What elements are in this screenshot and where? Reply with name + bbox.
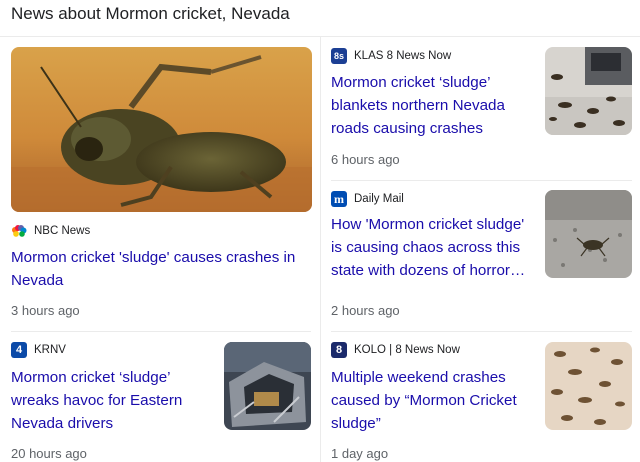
source-name: KRNV xyxy=(34,344,66,356)
crickets-on-road-image[interactable] xyxy=(545,47,632,135)
news-card-kolo[interactable]: 8 KOLO | 8 News Now Multiple weekend cra… xyxy=(321,332,640,462)
cricket-on-gravel-image[interactable] xyxy=(545,190,632,278)
news-card-klas[interactable]: 8s KLAS 8 News Now Mormon cricket ‘sludg… xyxy=(321,37,640,180)
article-source: 4 KRNV xyxy=(11,342,66,358)
cricket-closeup-image[interactable] xyxy=(11,47,312,212)
article-source: m Daily Mail xyxy=(331,191,404,207)
crashed-car-image[interactable] xyxy=(224,342,311,430)
nbc-peacock-icon xyxy=(11,223,27,239)
section-heading: News about Mormon cricket, Nevada xyxy=(11,4,290,23)
article-source: NBC News xyxy=(11,223,90,239)
article-timestamp: 20 hours ago xyxy=(11,446,87,461)
article-headline-link[interactable]: Mormon cricket 'sludge' causes crashes i… xyxy=(11,246,311,292)
article-timestamp: 3 hours ago xyxy=(11,303,80,318)
source-name: NBC News xyxy=(34,225,91,237)
news-card-nbc[interactable]: NBC News Mormon cricket 'sludge' causes … xyxy=(0,37,320,331)
article-timestamp: 6 hours ago xyxy=(331,152,400,167)
klas-8s-icon: 8s xyxy=(331,48,347,64)
article-headline-link[interactable]: Multiple weekend crashes caused by “Morm… xyxy=(331,366,527,435)
article-headline-link[interactable]: Mormon cricket ‘sludge’ wreaks havoc for… xyxy=(11,366,207,435)
article-headline-link[interactable]: How 'Mormon cricket sludge' is causing c… xyxy=(331,213,531,282)
news-card-daily-mail[interactable]: m Daily Mail How 'Mormon cricket sludge'… xyxy=(321,181,640,331)
crickets-swarm-image[interactable] xyxy=(545,342,632,430)
article-source: 8s KLAS 8 News Now xyxy=(331,48,451,64)
source-name: KOLO | 8 News Now xyxy=(354,344,460,356)
article-timestamp: 2 hours ago xyxy=(331,303,400,318)
article-timestamp: 1 day ago xyxy=(331,446,389,461)
kolo-8-icon: 8 xyxy=(331,342,347,358)
news-card-krnv[interactable]: 4 KRNV Mormon cricket ‘sludge’ wreaks ha… xyxy=(0,332,320,462)
source-name: Daily Mail xyxy=(354,193,404,205)
daily-mail-icon: m xyxy=(331,191,347,207)
source-name: KLAS 8 News Now xyxy=(354,50,452,62)
article-headline-link[interactable]: Mormon cricket ‘sludge’ blankets norther… xyxy=(331,71,527,140)
krnv-4-icon: 4 xyxy=(11,342,27,358)
article-source: 8 KOLO | 8 News Now xyxy=(331,342,460,358)
